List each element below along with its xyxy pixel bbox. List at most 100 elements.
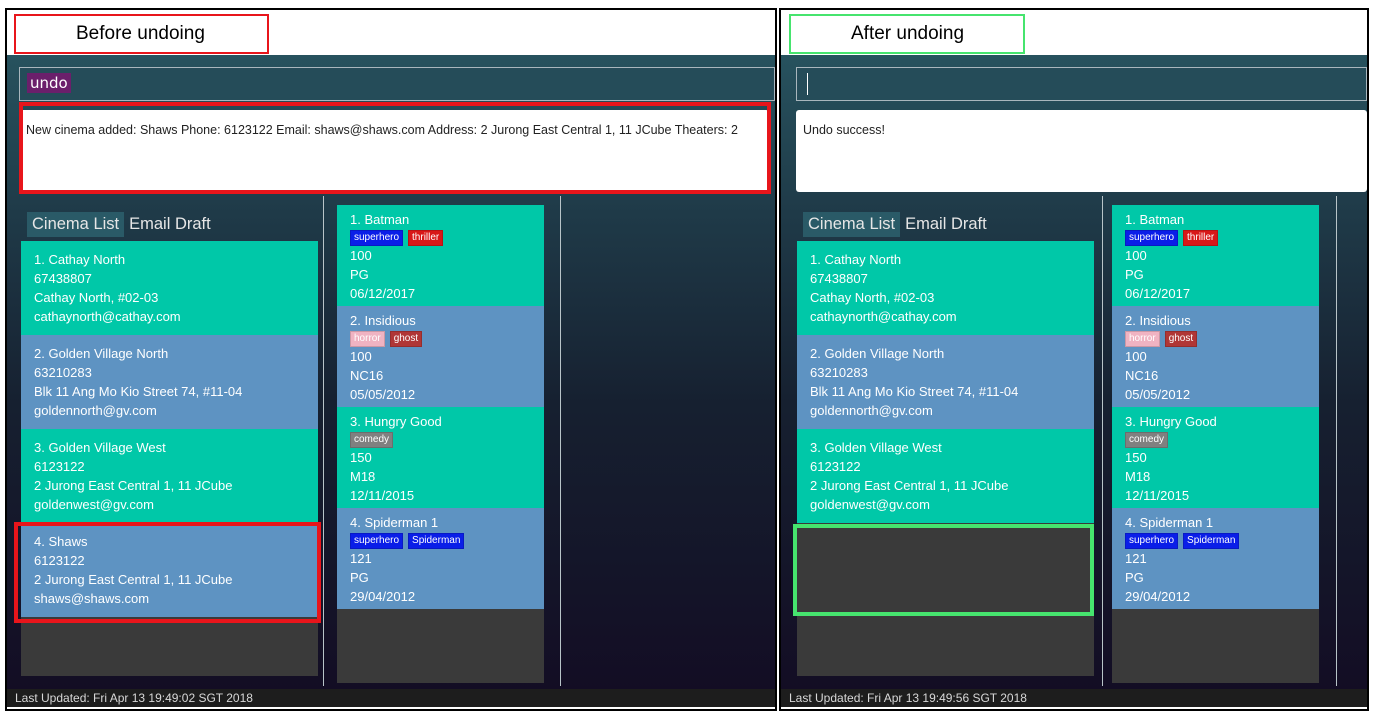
cinema-card[interactable]: 1. Cathay North 67438807 Cathay North, #02…: [21, 241, 318, 335]
movie-list: 1. Batman superhero thriller 100 PG 06/12/201…: [337, 205, 544, 683]
cinema-name: 3. Golden Village West: [34, 440, 166, 455]
movie-tag: comedy: [1125, 432, 1169, 448]
movie-date: 29/04/2012: [350, 589, 416, 604]
movie-card[interactable]: 4. Spiderman 1 superhero Spiderman 121 PG 29/…: [337, 508, 544, 609]
status-bar: Last Updated: Fri Apr 13 19:49:56 SGT 20…: [781, 689, 1367, 707]
movie-name: 4. Spiderman 1: [1125, 515, 1214, 530]
movie-card[interactable]: 3. Hungry Good comedy 150 M18 12/11/2015: [1112, 407, 1319, 508]
after-caption: After undoing: [789, 14, 1025, 54]
cinema-email: cathaynorth@cathay.com: [810, 309, 957, 324]
cinema-card[interactable]: 4. Shaws 6123122 2 Jurong East Central 1, …: [21, 523, 318, 617]
cinema-address: 2 Jurong East Central 1, 11 JCube: [34, 478, 233, 493]
cinema-name: 1. Cathay North: [34, 252, 126, 267]
tab-bar: Cinema List Email Draft: [803, 212, 992, 237]
movie-date: 05/05/2012: [1125, 387, 1191, 402]
after-panel: After undoing Undo success! Cinema List …: [779, 8, 1369, 711]
movie-card[interactable]: 1. Batman superhero thriller 100 PG 06/12/201…: [337, 205, 544, 306]
movie-tag: horror: [1125, 331, 1160, 347]
cinema-name: 2. Golden Village North: [34, 346, 169, 361]
divider: [323, 196, 324, 686]
cinema-name: 4. Shaws: [34, 534, 88, 549]
before-caption: Before undoing: [14, 14, 269, 54]
movie-card[interactable]: 1. Batman superhero thriller 100 PG 06/12/201…: [1112, 205, 1319, 306]
movie-date: 05/05/2012: [350, 387, 416, 402]
movie-tag: horror: [350, 331, 385, 347]
cinema-address: 2 Jurong East Central 1, 11 JCube: [810, 478, 1009, 493]
cinema-email: cathaynorth@cathay.com: [34, 309, 181, 324]
movie-name: 2. Insidious: [350, 313, 416, 328]
movie-tags: superhero thriller: [350, 230, 531, 246]
tab-email-draft[interactable]: Email Draft: [124, 212, 216, 237]
movie-tags: superhero thriller: [1125, 230, 1306, 246]
cinema-list: 1. Cathay North 67438807 Cathay North, #02…: [21, 241, 318, 676]
movie-duration: 100: [1125, 349, 1147, 364]
status-bar: Last Updated: Fri Apr 13 19:49:02 SGT 20…: [7, 689, 775, 707]
cinema-phone: 6123122: [810, 459, 861, 474]
cinema-card[interactable]: 3. Golden Village West 6123122 2 Jurong Ea…: [797, 429, 1094, 523]
movie-duration: 100: [1125, 248, 1147, 263]
cinema-card[interactable]: 3. Golden Village West 6123122 2 Jurong Ea…: [21, 429, 318, 523]
movie-rating: M18: [350, 469, 376, 484]
cinema-phone: 63210283: [34, 365, 92, 380]
movie-name: 3. Hungry Good: [1125, 414, 1217, 429]
result-display: New cinema added: Shaws Phone: 6123122 E…: [19, 110, 769, 192]
cinema-address: Blk 11 Ang Mo Kio Street 74, #11-04: [810, 384, 1019, 399]
cinema-card[interactable]: 1. Cathay North 67438807 Cathay North, #02…: [797, 241, 1094, 335]
movie-date: 06/12/2017: [1125, 286, 1191, 301]
cinema-address: Cathay North, #02-03: [34, 290, 159, 305]
tab-cinema-list[interactable]: Cinema List: [27, 212, 125, 237]
movie-duration: 100: [350, 349, 372, 364]
cinema-phone: 6123122: [34, 459, 85, 474]
movie-tag: ghost: [1164, 331, 1198, 347]
movie-tag: ghost: [389, 331, 423, 347]
movie-rating: NC16: [350, 368, 384, 383]
cinema-email: goldennorth@gv.com: [810, 403, 933, 418]
divider: [1336, 196, 1337, 686]
movie-card[interactable]: 4. Spiderman 1 superhero Spiderman 121 PG 29/…: [1112, 508, 1319, 609]
movie-list: 1. Batman superhero thriller 100 PG 06/12/201…: [1112, 205, 1319, 683]
cinema-name: 1. Cathay North: [810, 252, 902, 267]
movie-duration: 121: [350, 551, 372, 566]
result-display: Undo success!: [796, 110, 1367, 192]
movie-rating: PG: [1125, 267, 1144, 282]
divider: [560, 196, 561, 686]
cinema-address: Blk 11 Ang Mo Kio Street 74, #11-04: [34, 384, 243, 399]
cinema-list: 1. Cathay North 67438807 Cathay North, #02…: [797, 241, 1094, 676]
cinema-card[interactable]: 2. Golden Village North 63210283 Blk 11 An…: [797, 335, 1094, 429]
movie-rating: M18: [1125, 469, 1151, 484]
text-caret: [807, 73, 808, 95]
cinema-card[interactable]: 2. Golden Village North 63210283 Blk 11 An…: [21, 335, 318, 429]
movie-name: 3. Hungry Good: [350, 414, 442, 429]
movie-date: 06/12/2017: [350, 286, 416, 301]
cinema-phone: 67438807: [34, 271, 92, 286]
movie-tag: thriller: [408, 230, 444, 246]
movie-tag: superhero: [1125, 533, 1179, 549]
movie-tag: Spiderman: [408, 533, 465, 549]
tab-email-draft[interactable]: Email Draft: [900, 212, 992, 237]
movie-rating: PG: [1125, 570, 1144, 585]
command-input-text[interactable]: undo: [27, 73, 71, 93]
cinema-phone: 67438807: [810, 271, 868, 286]
movie-name: 4. Spiderman 1: [350, 515, 439, 530]
divider: [1102, 196, 1103, 686]
cinema-email: goldenwest@gv.com: [810, 497, 930, 512]
movie-card[interactable]: 2. Insidious horror ghost 100 NC16 05/05/2012: [1112, 306, 1319, 407]
movie-name: 1. Batman: [350, 212, 410, 227]
command-box[interactable]: [796, 67, 1367, 101]
last-updated-text: Last Updated: Fri Apr 13 19:49:02 SGT 20…: [15, 691, 253, 705]
movie-rating: PG: [350, 267, 369, 282]
movie-tag: Spiderman: [1183, 533, 1240, 549]
movie-tag: superhero: [1125, 230, 1179, 246]
app-window-after: Undo success! Cinema List Email Draft 1.…: [781, 55, 1367, 691]
command-box[interactable]: undo: [19, 67, 775, 101]
movie-duration: 100: [350, 248, 372, 263]
movie-name: 1. Batman: [1125, 212, 1185, 227]
cinema-email: goldenwest@gv.com: [34, 497, 154, 512]
movie-card[interactable]: 3. Hungry Good comedy 150 M18 12/11/2015: [337, 407, 544, 508]
movie-name: 2. Insidious: [1125, 313, 1191, 328]
tab-cinema-list[interactable]: Cinema List: [803, 212, 901, 237]
cinema-email: goldennorth@gv.com: [34, 403, 157, 418]
movie-card[interactable]: 2. Insidious horror ghost 100 NC16 05/05/2012: [337, 306, 544, 407]
before-panel: Before undoing undo New cinema added: Sh…: [5, 8, 777, 711]
cinema-name: 3. Golden Village West: [810, 440, 942, 455]
